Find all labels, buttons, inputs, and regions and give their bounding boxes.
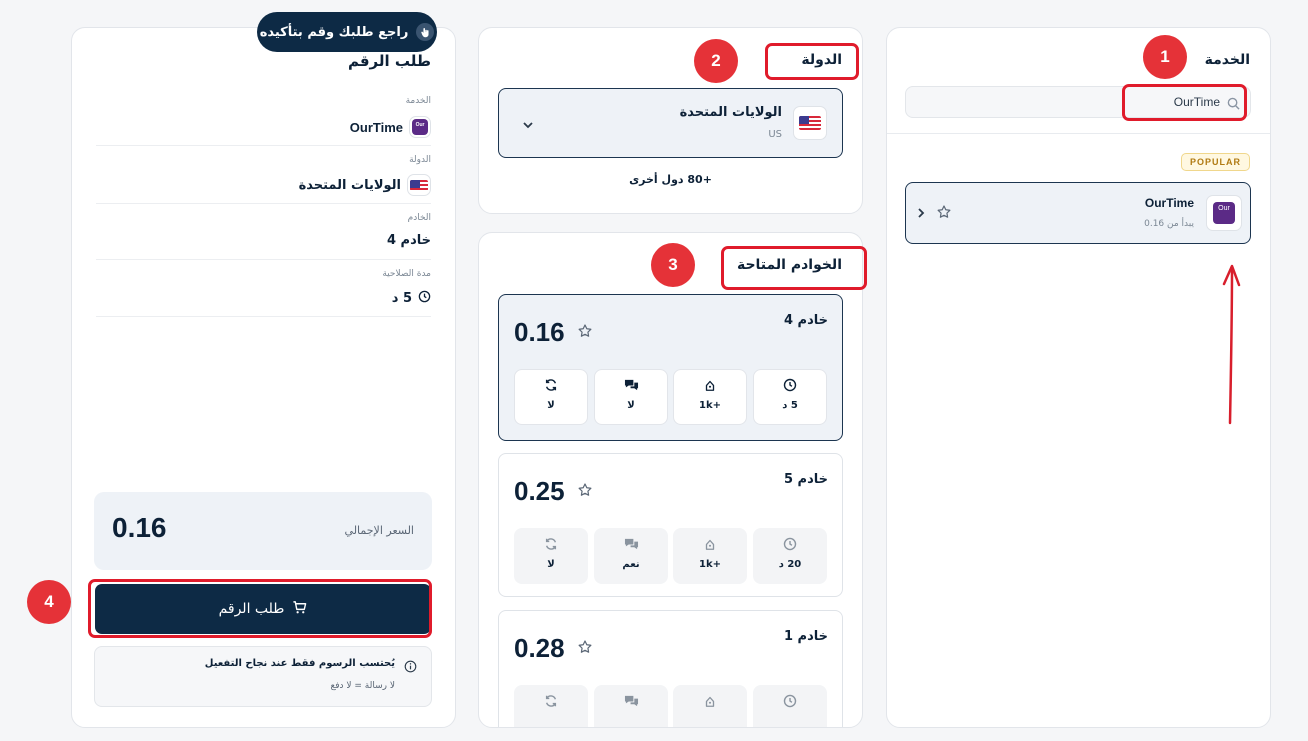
refresh-icon xyxy=(515,537,587,553)
feature-multi-sms: نعم xyxy=(594,528,668,584)
highlight-country-title xyxy=(765,43,859,80)
country-value: الولايات المتحدة xyxy=(298,177,401,193)
country-selected-code: US xyxy=(768,129,782,140)
clock-icon xyxy=(418,290,431,307)
fee-note: يُحتسب الرسوم فقط عند نجاح التفعيل لا رس… xyxy=(94,646,432,707)
validity-value-row: 5 د xyxy=(392,290,431,307)
feature-renew: لا xyxy=(514,528,588,584)
country-selected-name: الولايات المتحدة xyxy=(679,105,782,120)
step-marker-2: 2 xyxy=(694,39,738,83)
service-item-ourtime[interactable]: Our OurTime يبدأ من 0.16 xyxy=(905,182,1251,244)
feature-renew: لا xyxy=(514,369,588,425)
server-name: خادم 5 xyxy=(783,472,828,487)
service-logo: Our xyxy=(409,116,431,138)
feature-renew xyxy=(514,685,588,727)
server-name: خادم 1 xyxy=(783,629,828,644)
lock-icon xyxy=(674,537,746,553)
refresh-icon xyxy=(515,378,587,394)
info-icon xyxy=(404,658,417,677)
service-subtitle: يبدأ من 0.16 xyxy=(1144,219,1194,229)
feature-stock xyxy=(673,685,747,727)
feature-multi-sms: لا xyxy=(594,369,668,425)
service-name: OurTime xyxy=(1144,196,1194,210)
total-value: 0.16 xyxy=(112,512,167,543)
server-card-4[interactable]: خادم 4 0.16 5 د 1k+ لا لا xyxy=(498,294,843,441)
chat-icon xyxy=(595,694,667,710)
clock-icon xyxy=(754,537,826,553)
annotation-arrow xyxy=(1222,264,1241,425)
lock-icon xyxy=(674,694,746,710)
server-card-5[interactable]: خادم 5 0.25 20 د 1k+ نعم لا xyxy=(498,453,843,597)
validity-value: 5 د xyxy=(391,291,412,306)
service-logo: Our xyxy=(1206,195,1242,231)
service-value-row: Our OurTime xyxy=(350,116,431,138)
feature-stock: 1k+ xyxy=(673,528,747,584)
popular-badge: POPULAR xyxy=(1180,153,1250,171)
feature-stock: 1k+ xyxy=(673,369,747,425)
service-panel: الخدمة OurTime POPULAR Our OurTime يبدأ … xyxy=(886,27,1271,728)
service-value: OurTime xyxy=(349,119,403,135)
order-title: طلب الرقم xyxy=(347,52,431,70)
server-label: الخادم xyxy=(407,213,431,223)
servers-panel: الخوادم المتاحة خادم 4 0.16 5 د 1k+ لا ل… xyxy=(478,232,863,728)
service-label: الخدمة xyxy=(405,96,431,106)
step-marker-4: 4 xyxy=(27,580,71,624)
chevron-down-icon[interactable] xyxy=(521,116,535,135)
server-price: 0.16 xyxy=(514,317,565,347)
total-box: السعر الإجمالي 0.16 xyxy=(94,492,432,570)
feature-time: 20 د xyxy=(753,528,827,584)
panel-divider xyxy=(887,133,1270,134)
country-label: الدولة xyxy=(409,155,431,165)
fee-note-title: يُحتسب الرسوم فقط عند نجاح التفعيل xyxy=(204,658,395,669)
refresh-icon xyxy=(515,694,587,710)
favorite-star-icon[interactable] xyxy=(577,482,593,502)
favorite-star-icon[interactable] xyxy=(577,639,593,659)
country-select[interactable]: الولايات المتحدة US xyxy=(498,88,843,158)
fee-note-subtitle: لا رسالة = لا دفع xyxy=(330,681,395,691)
server-price: 0.25 xyxy=(514,476,565,506)
feature-time: 5 د xyxy=(753,369,827,425)
chat-icon xyxy=(595,378,667,394)
server-card-1[interactable]: خادم 1 0.28 xyxy=(498,610,843,727)
country-value-row: الولايات المتحدة xyxy=(299,174,431,196)
highlight-service-search xyxy=(1122,84,1247,121)
validity-label: مدة الصلاحية xyxy=(382,269,431,279)
highlight-order-button xyxy=(88,579,432,638)
service-title: الخدمة xyxy=(1204,52,1250,68)
feature-multi-sms xyxy=(594,685,668,727)
feature-time xyxy=(753,685,827,727)
server-name: خادم 4 xyxy=(783,313,828,328)
step-marker-3: 3 xyxy=(651,243,695,287)
us-flag-icon xyxy=(793,106,827,140)
server-value: خادم 4 xyxy=(386,233,431,248)
chevron-left-icon[interactable] xyxy=(915,205,927,224)
step-marker-1: 1 xyxy=(1143,35,1187,79)
more-countries-link[interactable]: +80 دول أخرى xyxy=(479,173,862,186)
highlight-servers-title xyxy=(721,246,867,290)
hand-pointer-icon xyxy=(416,23,435,41)
clock-icon xyxy=(754,378,826,394)
us-flag-icon xyxy=(407,174,431,196)
confirm-tooltip: راجع طلبك وقم بتأكيده xyxy=(257,12,437,52)
lock-icon xyxy=(674,378,746,394)
favorite-star-icon[interactable] xyxy=(936,204,952,224)
total-label: السعر الإجمالي xyxy=(344,524,414,537)
clock-icon xyxy=(754,694,826,710)
favorite-star-icon[interactable] xyxy=(577,323,593,343)
chat-icon xyxy=(595,537,667,553)
server-price: 0.28 xyxy=(514,633,565,663)
tooltip-text: راجع طلبك وقم بتأكيده xyxy=(259,24,409,40)
